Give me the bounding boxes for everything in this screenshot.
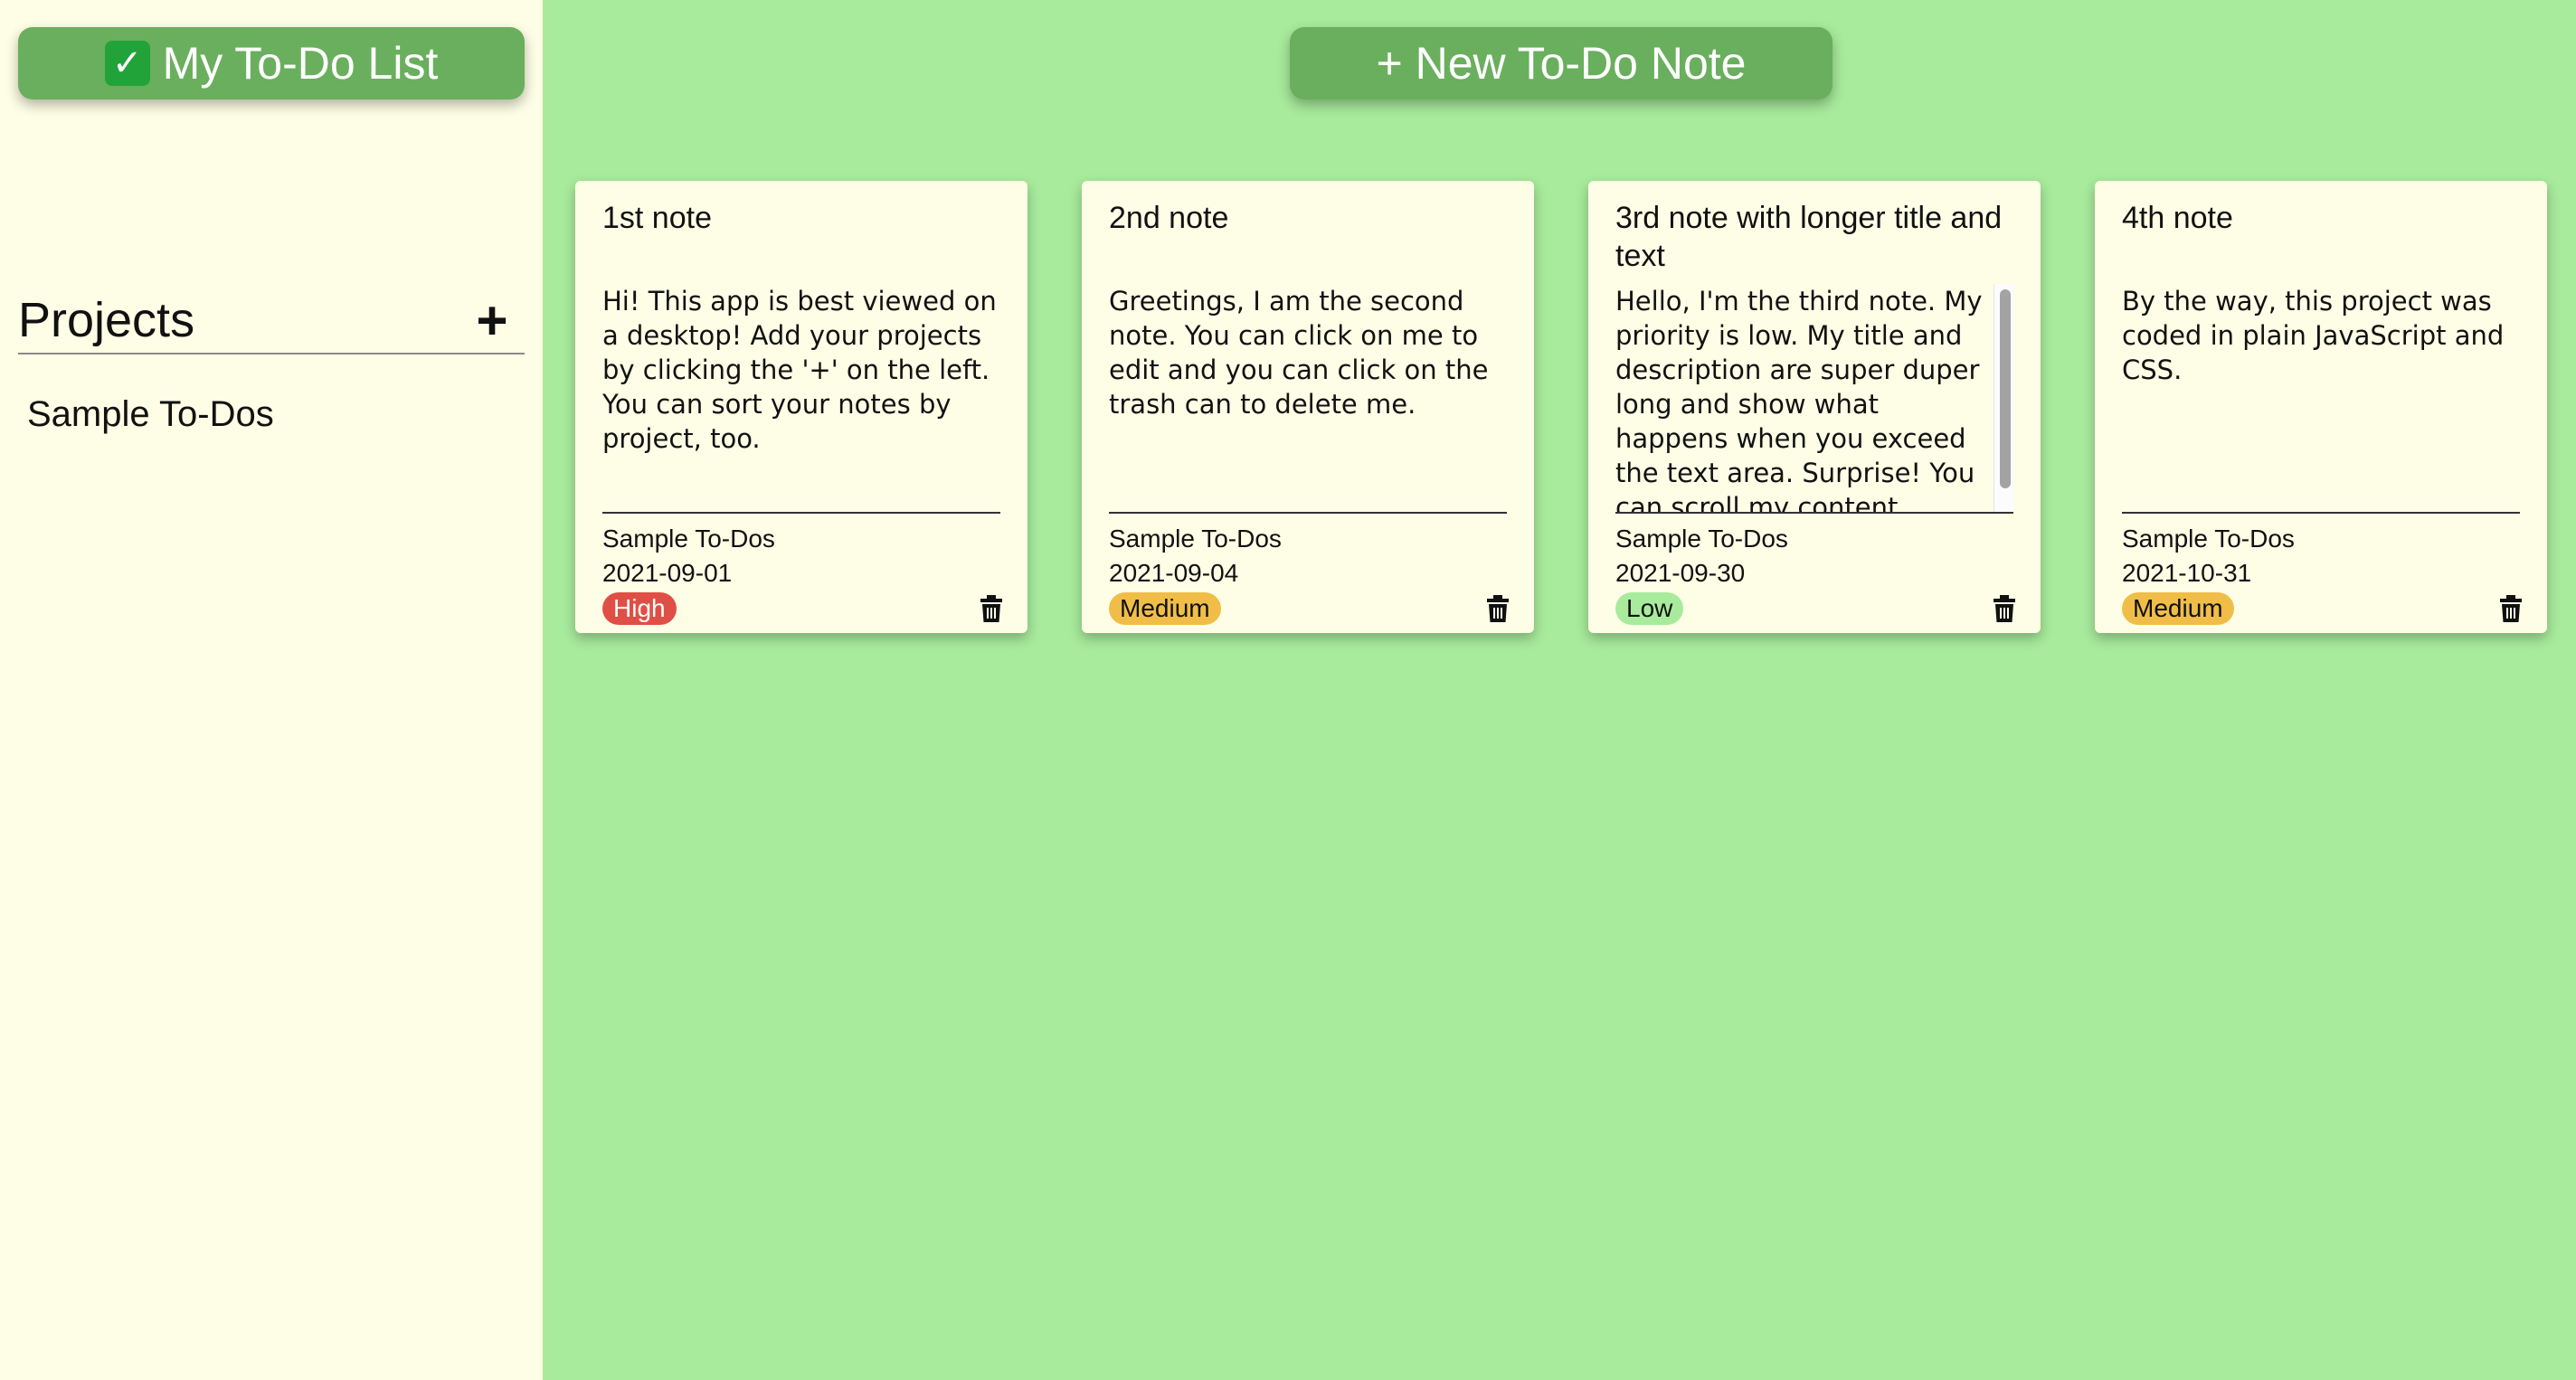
- trash-icon[interactable]: [1486, 595, 1510, 622]
- note-card[interactable]: 1st note Hi! This app is best viewed on …: [575, 181, 1028, 633]
- scrollbar-thumb[interactable]: [2000, 289, 2011, 488]
- note-project: Sample To-Dos: [602, 525, 775, 553]
- note-description: By the way, this project was coded in pl…: [2122, 286, 2505, 385]
- trash-icon[interactable]: [1993, 595, 2016, 622]
- note-card[interactable]: 4th note By the way, this project was co…: [2095, 181, 2547, 633]
- priority-badge: Medium: [1109, 592, 1221, 625]
- note-title: 3rd note with longer title and text: [1615, 201, 2003, 273]
- sidebar: ✓ My To-Do List Projects + Sample To-Dos: [0, 0, 543, 1380]
- note-project: Sample To-Dos: [2122, 525, 2295, 553]
- note-title: 1st note: [602, 201, 712, 235]
- new-note-button[interactable]: + New To-Do Note: [1290, 27, 1833, 99]
- note-card[interactable]: 2nd note Greetings, I am the second note…: [1082, 181, 1534, 633]
- note-title: 2nd note: [1109, 201, 1229, 235]
- note-due-date: 2021-10-31: [2122, 559, 2252, 587]
- description-scrollbar[interactable]: [1994, 284, 2013, 512]
- trash-icon[interactable]: [2499, 595, 2523, 622]
- add-project-button[interactable]: +: [467, 290, 517, 351]
- project-item-sample-todos[interactable]: Sample To-Dos: [27, 394, 274, 435]
- note-description: Hi! This app is best viewed on a desktop…: [602, 286, 997, 454]
- note-title: 4th note: [2122, 201, 2233, 235]
- note-due-date: 2021-09-30: [1615, 559, 1746, 587]
- priority-badge: Medium: [2122, 592, 2234, 625]
- note-project: Sample To-Dos: [1109, 525, 1282, 553]
- note-due-date: 2021-09-01: [602, 559, 733, 587]
- note-due-date: 2021-09-04: [1109, 559, 1239, 587]
- note-project: Sample To-Dos: [1615, 525, 1788, 553]
- note-divider: [1109, 512, 1507, 514]
- projects-title: Projects: [18, 293, 195, 347]
- note-divider: [1615, 512, 2013, 514]
- project-list: Sample To-Dos: [27, 394, 274, 435]
- priority-badge: Low: [1615, 592, 1684, 625]
- note-divider: [2122, 512, 2520, 514]
- note-divider: [602, 512, 1000, 514]
- app-logo-button[interactable]: ✓ My To-Do List: [18, 27, 525, 99]
- priority-badge: High: [602, 592, 677, 625]
- note-description: Greetings, I am the second note. You can…: [1109, 286, 1489, 420]
- trash-icon[interactable]: [980, 595, 1003, 622]
- note-description[interactable]: Hello, I'm the third note. My priority i…: [1615, 284, 1986, 512]
- app-title: My To-Do List: [162, 38, 439, 89]
- check-icon: ✓: [104, 41, 150, 86]
- note-card[interactable]: 3rd note with longer title and text Hell…: [1588, 181, 2041, 633]
- projects-header: Projects +: [18, 288, 525, 354]
